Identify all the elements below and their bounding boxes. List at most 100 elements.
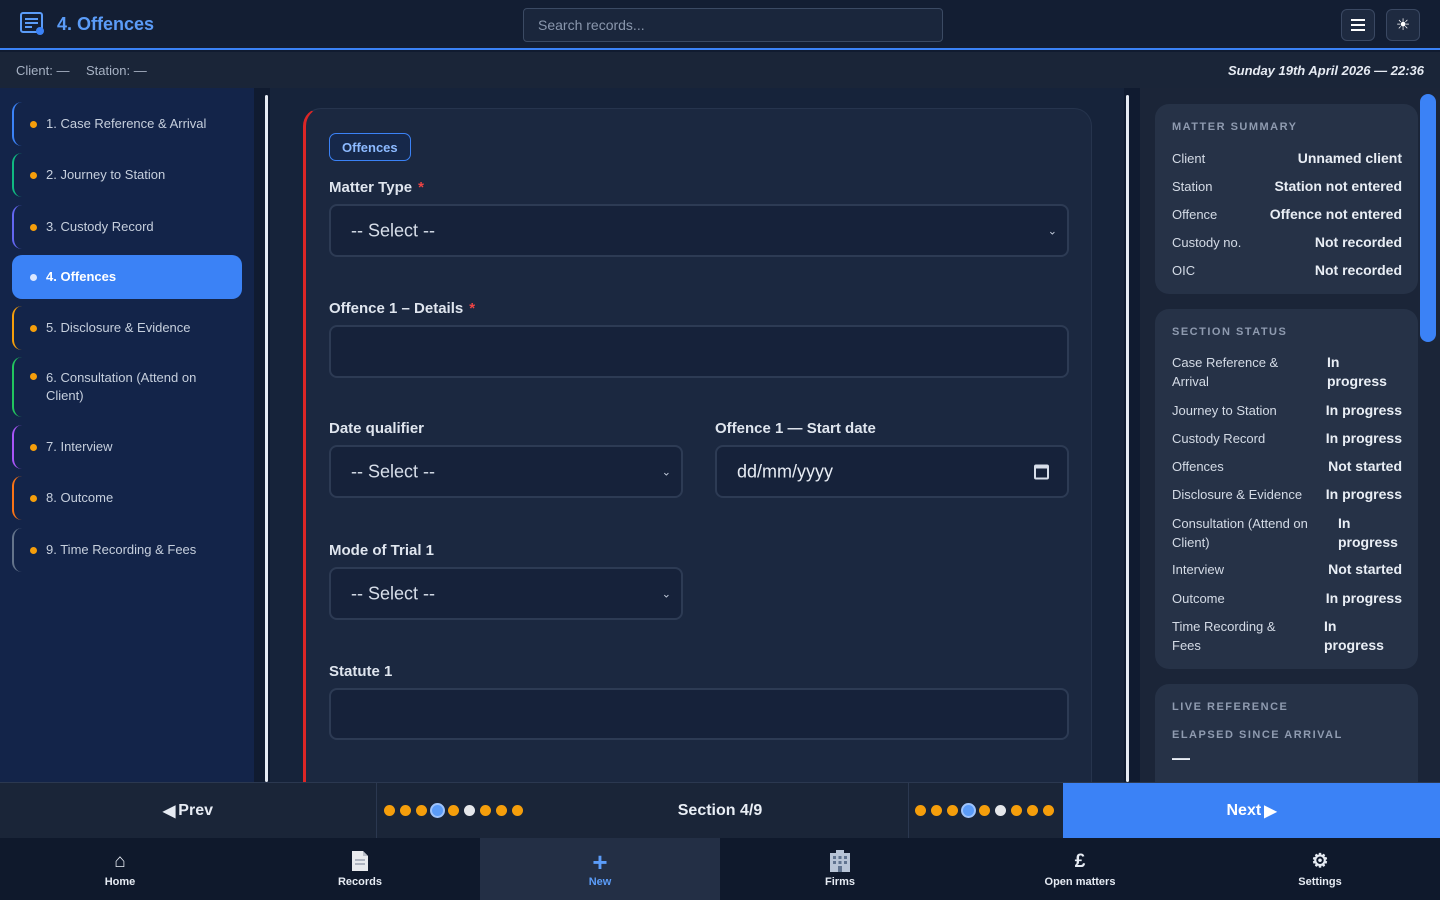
- sidebar-item-label: 6. Consultation (Attend on Client): [46, 370, 197, 403]
- nav-firms[interactable]: Firms: [720, 838, 960, 900]
- date-placeholder: dd/mm/yyyy: [737, 461, 834, 481]
- row-value: Not recorded: [1314, 234, 1402, 250]
- row-key: OIC: [1172, 263, 1196, 278]
- nav-records[interactable]: Records: [240, 838, 480, 900]
- progress-dot-7[interactable]: [1011, 805, 1022, 816]
- nav-open-matters[interactable]: £ Open matters: [960, 838, 1200, 900]
- date-qualifier-select[interactable]: -- Select -- ⌄: [329, 445, 683, 498]
- selected-value: -- Select --: [351, 461, 436, 481]
- row-key: Offence: [1172, 207, 1218, 222]
- divider: [376, 783, 377, 839]
- status-dot: [30, 443, 37, 451]
- progress-dot-7[interactable]: [480, 805, 491, 816]
- progress-dot-1[interactable]: [384, 805, 395, 816]
- sidebar-item-case-reference[interactable]: 1. Case Reference & Arrival: [12, 102, 242, 146]
- progress-dot-6[interactable]: [995, 805, 1006, 816]
- sidebar-item-label: 8. Outcome: [46, 490, 114, 505]
- divider: [265, 95, 268, 782]
- progress-dot-8[interactable]: [496, 805, 507, 816]
- sidebar-item-time-recording[interactable]: 9. Time Recording & Fees: [12, 528, 242, 572]
- next-button[interactable]: Next ▶: [1063, 783, 1440, 839]
- sidebar-item-label: 2. Journey to Station: [46, 167, 166, 182]
- hamburger-menu-icon: [1351, 19, 1365, 31]
- divider: [908, 783, 909, 839]
- sidebar-item-offences[interactable]: 4. Offences: [12, 255, 242, 299]
- row-value: In progress: [1324, 618, 1384, 653]
- progress-dot-3[interactable]: [947, 805, 958, 816]
- nav-new[interactable]: + New: [480, 838, 720, 900]
- status-dot: [30, 273, 37, 281]
- progress-dot-5[interactable]: [448, 805, 459, 816]
- client-label: Client: —: [16, 63, 70, 78]
- row-value: Offence not entered: [1269, 206, 1402, 222]
- sidebar-item-disclosure[interactable]: 5. Disclosure & Evidence: [12, 306, 242, 350]
- chevron-down-icon: ⌄: [1047, 225, 1057, 237]
- progress-dot-6[interactable]: [464, 805, 475, 816]
- progress-dot-2[interactable]: [931, 805, 942, 816]
- status-dot: [30, 223, 37, 231]
- nav-label: Settings: [1298, 876, 1342, 888]
- row-value: In progress: [1325, 430, 1402, 446]
- selected-value: -- Select --: [351, 220, 436, 240]
- status-dot: [30, 120, 37, 128]
- sidebar-item-consultation[interactable]: 6. Consultation (Attend on Client): [12, 357, 242, 417]
- progress-dot-8[interactable]: [1027, 805, 1038, 816]
- sidebar-item-journey[interactable]: 2. Journey to Station: [12, 153, 242, 197]
- start-date-label: Offence 1 — Start date: [715, 420, 876, 437]
- offence-details-input[interactable]: [329, 325, 1069, 378]
- calendar-icon[interactable]: [1034, 464, 1049, 479]
- sidebar-item-interview[interactable]: 7. Interview: [12, 425, 242, 469]
- row-key: Journey to Station: [1172, 403, 1277, 418]
- section-status-card: SECTION STATUS Case Reference & Arrival I…: [1155, 309, 1418, 669]
- status-row: Consultation (Attend on Client) In progre…: [1172, 514, 1402, 554]
- section-indicator: Section 4/9: [677, 802, 763, 819]
- progress-dot-9[interactable]: [1043, 805, 1054, 816]
- section-pager: ◀ Prev Section 4/9 Next ▶: [0, 782, 1440, 839]
- row-key: Client: [1172, 151, 1206, 166]
- progress-dot-2[interactable]: [400, 805, 411, 816]
- progress-dot-1[interactable]: [915, 805, 926, 816]
- menu-button[interactable]: [1341, 9, 1375, 41]
- start-date-input[interactable]: dd/mm/yyyy: [715, 445, 1069, 498]
- prev-button[interactable]: ◀ Prev: [0, 783, 376, 839]
- row-key: Case Reference & Arrival: [1172, 355, 1279, 389]
- statute-input[interactable]: [329, 688, 1069, 740]
- required-marker: *: [418, 179, 424, 196]
- offence-details-label: Offence 1 – Details *: [329, 300, 475, 317]
- progress-dot-4[interactable]: [432, 805, 443, 816]
- scrollbar-thumb[interactable]: [1420, 94, 1436, 342]
- row-key: Custody no.: [1172, 235, 1242, 250]
- page-title: 4. Offences: [57, 14, 155, 34]
- nav-label: New: [588, 876, 612, 888]
- progress-dot-3[interactable]: [416, 805, 427, 816]
- matter-summary-heading: MATTER SUMMARY: [1172, 121, 1298, 133]
- row-key: Custody Record: [1172, 431, 1266, 446]
- live-reference-card: LIVE REFERENCE ELAPSED SINCE ARRIVAL —: [1155, 684, 1418, 782]
- progress-dot-4[interactable]: [963, 805, 974, 816]
- status-dot: [30, 494, 37, 502]
- matter-type-select[interactable]: -- Select -- ⌄: [329, 204, 1069, 257]
- document-list-icon: [20, 12, 44, 35]
- pound-icon: £: [1074, 851, 1086, 872]
- row-value: In progress: [1338, 515, 1398, 550]
- row-value: Unnamed client: [1297, 150, 1402, 166]
- row-key: Offences: [1172, 459, 1224, 474]
- nav-home[interactable]: ⌂ Home: [0, 838, 240, 900]
- progress-dot-9[interactable]: [512, 805, 523, 816]
- sidebar-item-label: 7. Interview: [46, 439, 113, 454]
- divider: [1126, 95, 1129, 782]
- search-input[interactable]: [523, 8, 943, 42]
- required-marker: *: [469, 300, 476, 317]
- label-text: Offence 1 – Details: [329, 300, 464, 317]
- building-icon: [828, 850, 852, 874]
- nav-label: Home: [104, 876, 136, 888]
- row-value: Not started: [1328, 458, 1402, 474]
- nav-settings[interactable]: ⚙ Settings: [1200, 838, 1440, 900]
- mode-of-trial-select[interactable]: -- Select -- ⌄: [329, 567, 683, 620]
- progress-dot-5[interactable]: [979, 805, 990, 816]
- theme-toggle-button[interactable]: ☀: [1386, 9, 1420, 41]
- row-key: Outcome: [1172, 591, 1225, 606]
- sidebar-item-outcome[interactable]: 8. Outcome: [12, 476, 242, 520]
- triangle-left-icon: ◀: [162, 803, 176, 820]
- sidebar-item-custody-record[interactable]: 3. Custody Record: [12, 205, 242, 249]
